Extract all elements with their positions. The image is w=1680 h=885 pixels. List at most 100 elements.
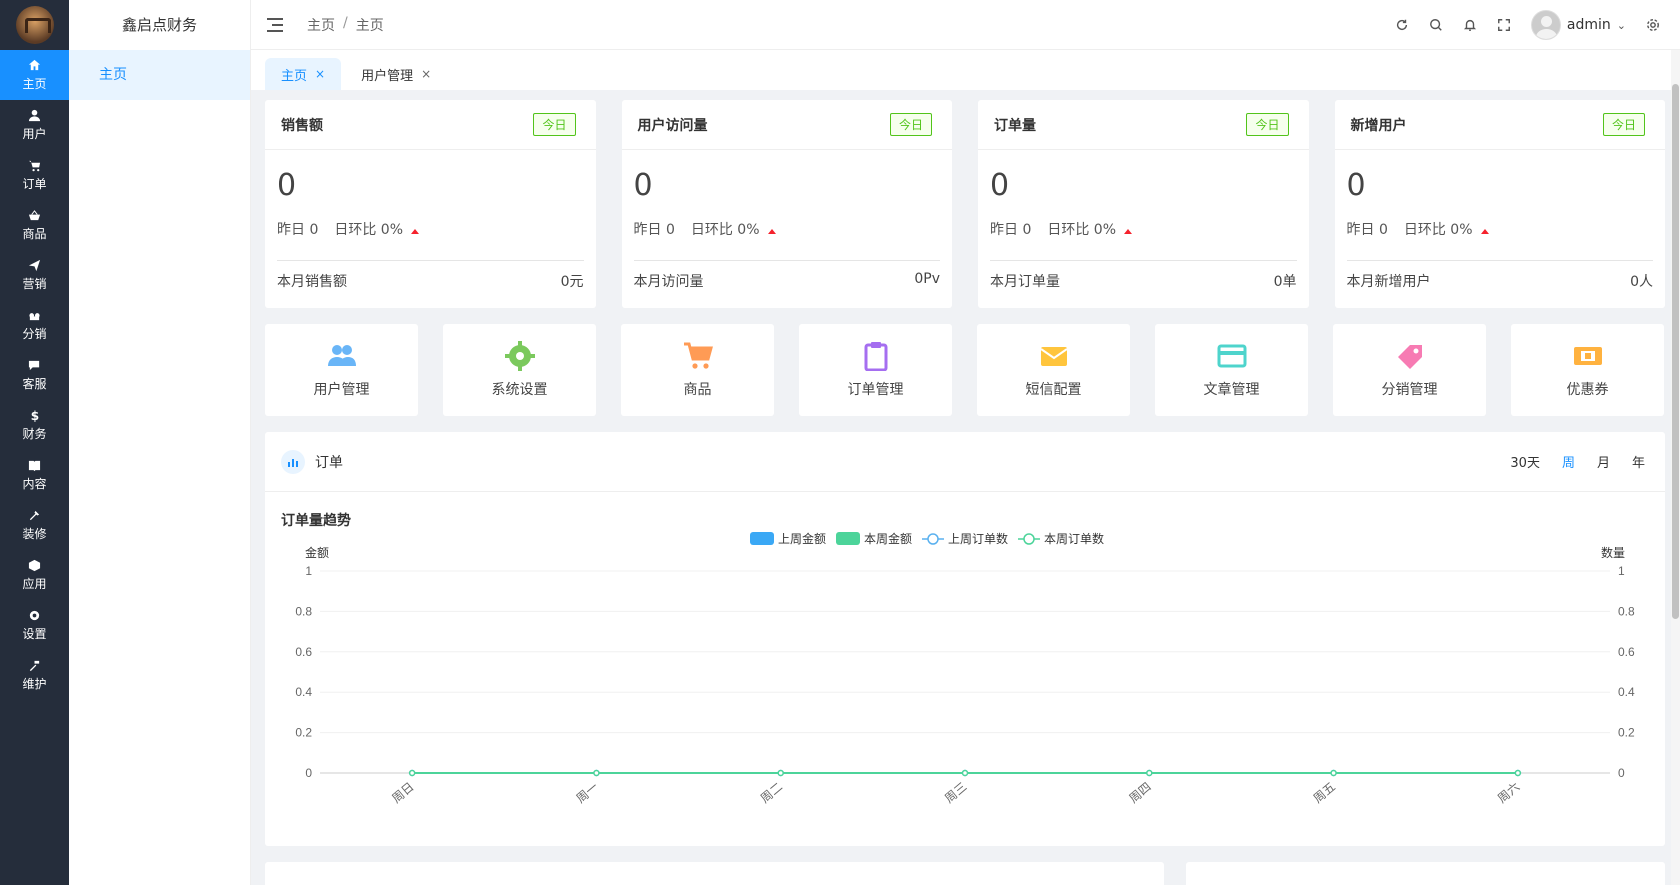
quick-link[interactable]: 用户管理 [265, 324, 418, 416]
sidebar-item-4[interactable]: 营销 [0, 250, 69, 300]
range-option[interactable]: 30天 [1510, 452, 1540, 471]
bar-chart-icon [281, 449, 305, 474]
svg-text:$: $ [31, 409, 39, 422]
sub-sidebar: 鑫启点财务 主页 [69, 0, 251, 885]
app-logo[interactable] [0, 0, 69, 50]
coupon-icon [1573, 347, 1602, 365]
user-icon [28, 109, 42, 123]
sidebar-item-10[interactable]: 应用 [0, 550, 69, 600]
book-icon [28, 459, 42, 473]
sidebar-item-8[interactable]: 内容 [0, 450, 69, 500]
gear-icon [28, 609, 42, 623]
tab-home[interactable]: 主页 × [265, 58, 342, 90]
x-tick-label: 周五 [1311, 780, 1338, 806]
settings-icon[interactable] [1646, 18, 1660, 32]
sidebar-item-12[interactable]: 维护 [0, 650, 69, 700]
scrollbar-thumb[interactable] [1672, 84, 1679, 619]
quick-link[interactable]: 文章管理 [1155, 324, 1308, 416]
quick-links: 用户管理 系统设置 商品 订单管理 短信配置 文章管理 分销管理 优惠券 [265, 324, 1665, 416]
chart-point [1514, 769, 1522, 777]
stat-ratio: 日环比 0% [691, 219, 776, 239]
sidebar-item-label: 用户 [22, 126, 47, 141]
breadcrumb-item: 主页 [355, 17, 384, 34]
bottom-card-right [1186, 862, 1665, 885]
sidebar-item-label: 设置 [22, 626, 47, 641]
breadcrumb-item[interactable]: 主页 [307, 15, 335, 35]
sidebar-item-5[interactable]: 分销 [0, 300, 69, 350]
sidebar-item-1[interactable]: 用户 [0, 100, 69, 150]
sidebar-item-label: 应用 [22, 576, 47, 591]
y-tick-label-right: 1 [1618, 564, 1625, 578]
header-actions: admin ⌄ [1395, 0, 1660, 50]
quick-link-label: 短信配置 [1025, 382, 1082, 398]
share-icon [28, 309, 42, 323]
range-option[interactable]: 月 [1597, 452, 1610, 471]
y-tick-label-right: 0.8 [1618, 604, 1635, 618]
order-trend-chart: 金额 数量 0 0 0.2 0.2 0.4 0.4 0.6 0.6 0.8 0.8 1 1 周日 周一 周二 周三… [295, 531, 1635, 806]
quick-link[interactable]: 商品 [621, 324, 774, 416]
x-tick-label: 周三 [942, 780, 969, 806]
fullscreen-icon[interactable] [1497, 18, 1511, 32]
status-badge: 今日 [1602, 113, 1645, 136]
quick-link[interactable]: 订单管理 [799, 324, 952, 416]
search-icon[interactable] [1429, 18, 1443, 32]
close-icon[interactable]: × [315, 67, 325, 81]
user-menu[interactable]: admin ⌄ [1530, 10, 1626, 40]
tag-icon [1397, 345, 1422, 369]
page-scrollbar[interactable] [1671, 50, 1680, 885]
quick-link[interactable]: 系统设置 [443, 324, 596, 416]
sidebar-nav: 主页用户订单 商品营销分销 客服 $ 财务 内容装修应用设置维护 [0, 50, 69, 700]
quick-link[interactable]: 分销管理 [1333, 324, 1486, 416]
stat-card: 销售额 今日 0 昨日 0 日环比 0% 本月销售额 0元 [265, 100, 596, 308]
quick-link[interactable]: 短信配置 [977, 324, 1130, 416]
order-card-title: 订单 [315, 454, 343, 471]
x-tick-label: 周六 [1495, 780, 1522, 806]
stat-yesterday: 昨日 0 [990, 222, 1032, 238]
sidebar-item-label: 营销 [22, 276, 47, 291]
y-tick-label-right: 0.2 [1618, 726, 1635, 740]
stat-compare: 昨日 0 日环比 0% [265, 214, 596, 244]
arrow-up-icon [767, 229, 776, 234]
sidebar-item-7[interactable]: $ 财务 [0, 400, 69, 450]
stat-yesterday: 昨日 0 [277, 222, 319, 238]
dashboard-content: 销售额 今日 0 昨日 0 日环比 0% 本月销售额 0元 用户访问量 今日 0 昨日 0 日环比 0… [265, 100, 1665, 846]
stat-footer: 本月销售额 0元 [277, 260, 584, 291]
sidebar-item-0[interactable]: 主页 [0, 50, 69, 100]
range-option[interactable]: 周 [1562, 452, 1575, 471]
sidebar-item-9[interactable]: 装修 [0, 500, 69, 550]
x-tick-label: 周一 [574, 780, 601, 806]
legend-swatch-marker [927, 533, 939, 545]
tab-user-management[interactable]: 用户管理 × [345, 58, 447, 90]
sidebar-item-11[interactable]: 设置 [0, 600, 69, 650]
mail-icon [1039, 347, 1068, 366]
chart-point [1146, 769, 1153, 777]
stat-ratio: 日环比 0% [334, 219, 420, 239]
stat-compare: 昨日 0 日环比 0% [622, 214, 953, 244]
bottom-cards [265, 862, 1665, 885]
bell-icon[interactable] [1463, 18, 1477, 32]
sidebar-item-2[interactable]: 订单 [0, 150, 69, 200]
stat-title: 新增用户 [1350, 117, 1407, 134]
y-tick-label-left: 1 [305, 564, 312, 578]
menu-toggle-icon[interactable] [267, 17, 283, 32]
stat-value: 0 [633, 168, 653, 203]
quick-link[interactable]: 优惠券 [1511, 324, 1664, 416]
tab-label: 主页 [281, 68, 308, 84]
stat-footer: 本月新增用户 0人 [1346, 260, 1653, 291]
close-icon[interactable]: × [421, 67, 431, 81]
subsidebar-item-home[interactable]: 主页 [69, 50, 250, 100]
sidebar-item-label: 装修 [22, 526, 47, 541]
y-tick-label-left: 0 [305, 766, 312, 780]
range-option[interactable]: 年 [1632, 452, 1645, 471]
stat-card-header: 销售额 今日 [265, 100, 596, 150]
y-axis-label-left: 金额 [305, 545, 329, 560]
users-icon [327, 345, 356, 366]
status-badge: 今日 [1246, 113, 1289, 136]
stat-footer-value: 0人 [1630, 274, 1653, 290]
x-tick-label: 周日 [389, 780, 416, 806]
sidebar-item-3[interactable]: 商品 [0, 200, 69, 250]
chat-icon [28, 359, 42, 373]
sidebar-item-6[interactable]: 客服 [0, 350, 69, 400]
chart-point [961, 769, 969, 777]
refresh-icon[interactable] [1395, 18, 1409, 32]
